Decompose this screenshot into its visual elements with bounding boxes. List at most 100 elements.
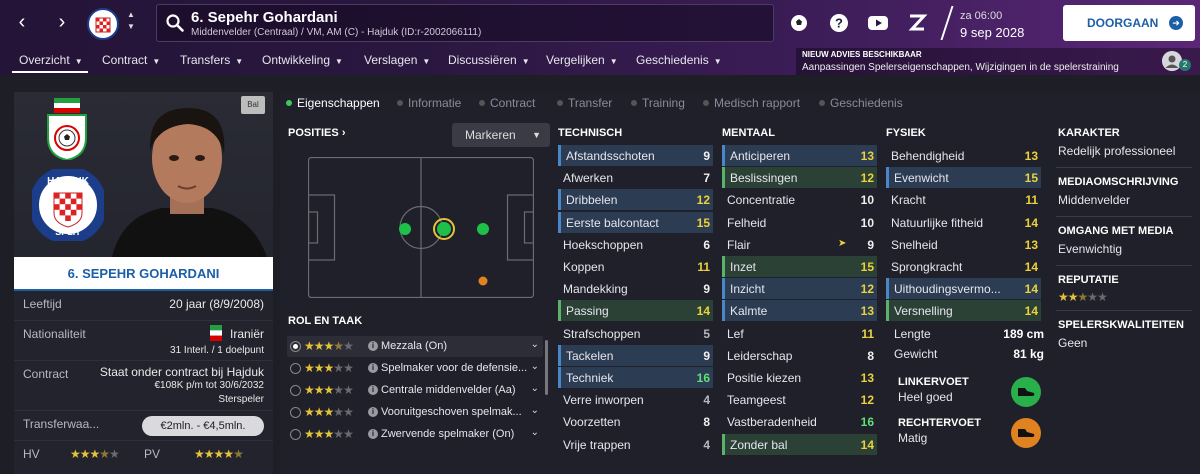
menu-contract[interactable]: Contract ▼ xyxy=(102,53,160,67)
attribute-row[interactable]: Teamgeest 12 xyxy=(722,389,877,410)
attribute-row[interactable]: Positie kiezen 13 xyxy=(722,367,877,388)
role-radio[interactable] xyxy=(290,363,301,374)
role-row[interactable]: ★★★★★ i Spelmaker voor de defensie... ⌄ xyxy=(287,358,543,379)
attribute-row[interactable]: Uithoudingsvermo... 14 xyxy=(886,278,1041,300)
chevron-down-icon[interactable]: ⌄ xyxy=(531,405,539,416)
player-search-box[interactable]: 6. Sepehr Gohardani Middenvelder (Centra… xyxy=(156,4,774,42)
attribute-row[interactable]: Versnelling 14 xyxy=(886,300,1041,322)
star-empty-icon: ★ xyxy=(333,427,344,441)
attribute-row[interactable]: Kracht 11 xyxy=(886,189,1041,210)
attribute-row[interactable]: Strafschoppen 5 xyxy=(558,323,713,344)
info-icon[interactable]: i xyxy=(368,385,378,395)
attribute-row[interactable]: Behendigheid 13 xyxy=(886,145,1041,166)
search-icon[interactable] xyxy=(165,13,185,33)
attribute-row[interactable]: Eerste balcontact 15 xyxy=(558,211,713,233)
role-radio[interactable] xyxy=(290,429,301,440)
roles-scrollbar[interactable] xyxy=(545,340,548,395)
attribute-row[interactable]: Leiderschap 8 xyxy=(722,345,877,366)
menu-label: Discussiëren xyxy=(448,53,517,67)
attribute-row[interactable]: Vrije trappen 4 xyxy=(558,434,713,455)
video-icon[interactable] xyxy=(867,12,889,34)
z-icon[interactable] xyxy=(906,12,928,34)
chevron-down-icon[interactable]: ⌄ xyxy=(531,383,539,394)
date-divider xyxy=(940,6,954,40)
menu-geschiedenis[interactable]: Geschiedenis ▼ xyxy=(636,53,722,67)
role-row[interactable]: ★★★★★ i Zwervende spelmaker (On) ⌄ xyxy=(287,424,543,445)
advice-notification[interactable]: NIEUW ADVIES BESCHIKBAAR Aanpassingen Sp… xyxy=(796,48,1200,75)
menu-discussieren[interactable]: Discussiëren ▼ xyxy=(448,53,530,67)
attribute-row[interactable]: Afstandsschoten 9 xyxy=(558,145,713,166)
highlight-dropdown[interactable]: Markeren ▼ xyxy=(452,123,550,147)
continue-button[interactable]: DOORGAAN ➜ xyxy=(1063,5,1195,41)
attribute-row[interactable]: Voorzetten 8 xyxy=(558,411,713,432)
attribute-row[interactable]: Inzicht 12 xyxy=(722,278,877,300)
info-icon[interactable]: i xyxy=(368,407,378,417)
attribute-row[interactable]: Snelheid 13 xyxy=(886,234,1041,255)
tab-training[interactable]: Training xyxy=(631,96,685,110)
role-row[interactable]: ★★★★★ i Mezzala (On) ⌄ xyxy=(287,336,543,357)
info-icon[interactable]: i xyxy=(368,341,378,351)
attribute-row[interactable]: Koppen 11 xyxy=(558,256,713,277)
tab-informatie[interactable]: Informatie xyxy=(397,96,461,110)
forward-icon[interactable]: › xyxy=(50,10,74,34)
attribute-row[interactable]: Verre inworpen 4 xyxy=(558,389,713,410)
role-radio[interactable] xyxy=(290,341,301,352)
attribute-row[interactable]: Evenwicht 15 xyxy=(886,167,1041,189)
attribute-name: Sprongkracht xyxy=(891,260,963,274)
bal-button[interactable]: Bal xyxy=(241,96,265,114)
attribute-row[interactable]: Concentratie 10 xyxy=(722,189,877,210)
chevron-down-icon[interactable]: ⌄ xyxy=(531,339,539,350)
attribute-row[interactable]: Sprongkracht 14 xyxy=(886,256,1041,277)
attribute-name: Techniek xyxy=(566,371,614,385)
tab-eigenschappen[interactable]: Eigenschappen xyxy=(286,96,380,110)
tab-medisch-rapport[interactable]: Medisch rapport xyxy=(703,96,800,110)
menu-verslagen[interactable]: Verslagen ▼ xyxy=(364,53,430,67)
transfer-value-pill[interactable]: €2mln. - €4,5mln. xyxy=(142,416,264,436)
attribute-value: 9 xyxy=(703,149,710,163)
attribute-value: 15 xyxy=(1024,171,1038,186)
star-half-icon: ★ xyxy=(99,447,110,461)
attribute-row[interactable]: Techniek 16 xyxy=(558,367,713,388)
chevron-down-icon[interactable]: ⌄ xyxy=(531,427,539,438)
attribute-value: 11 xyxy=(861,326,874,341)
info-icon[interactable]: i xyxy=(368,429,378,439)
attribute-row[interactable]: Hoekschoppen 6 xyxy=(558,234,713,255)
tab-geschiedenis[interactable]: Geschiedenis xyxy=(819,96,903,110)
tab-contract[interactable]: Contract xyxy=(479,96,535,110)
attribute-name: Leiderschap xyxy=(727,348,793,363)
attribute-row[interactable]: Vastberadenheid 16 xyxy=(722,411,877,432)
chevron-down-icon[interactable]: ⌄ xyxy=(531,361,539,372)
attribute-row[interactable]: Tackelen 9 xyxy=(558,344,713,366)
role-radio[interactable] xyxy=(290,385,301,396)
menu-overzicht[interactable]: Overzicht ▼ xyxy=(19,53,83,67)
menu-ontwikkeling[interactable]: Ontwikkeling ▼ xyxy=(262,53,343,67)
menu-vergelijken[interactable]: Vergelijken ▼ xyxy=(546,53,618,67)
positions-title[interactable]: POSITIES › xyxy=(288,127,345,139)
attribute-row[interactable]: Dribbelen 12 xyxy=(558,189,713,211)
info-icon[interactable]: i xyxy=(368,363,378,373)
attribute-row[interactable]: Anticiperen 13 xyxy=(722,145,877,166)
role-row[interactable]: ★★★★★ i Centrale middenvelder (Aa) ⌄ xyxy=(287,380,543,401)
attribute-row[interactable]: Zonder bal 14 xyxy=(722,433,877,455)
attribute-row[interactable]: Lef 11 xyxy=(722,323,877,344)
position-am xyxy=(477,223,489,235)
help-icon[interactable]: ? xyxy=(828,12,850,34)
length-label: Lengte xyxy=(894,327,931,341)
club-crest-icon[interactable] xyxy=(87,8,119,40)
attribute-row[interactable]: Flair 9 ➤ xyxy=(722,234,877,255)
football-icon[interactable] xyxy=(788,12,810,34)
attribute-row[interactable]: Inzet 15 xyxy=(722,256,877,277)
attribute-row[interactable]: Natuurlijke fitheid 14 xyxy=(886,212,1041,233)
back-icon[interactable]: ‹ xyxy=(10,10,34,34)
role-row[interactable]: ★★★★★ i Vooruitgeschoven spelmak... ⌄ xyxy=(287,402,543,423)
attribute-row[interactable]: Mandekking 9 xyxy=(558,278,713,299)
attribute-row[interactable]: Afwerken 7 xyxy=(558,167,713,188)
club-switch-chevron-icon[interactable]: ▲ ▼ xyxy=(125,9,137,33)
tab-transfer[interactable]: Transfer xyxy=(557,96,612,110)
role-radio[interactable] xyxy=(290,407,301,418)
attribute-row[interactable]: Kalmte 13 xyxy=(722,300,877,322)
attribute-row[interactable]: Beslissingen 12 xyxy=(722,167,877,189)
attribute-row[interactable]: Passing 14 xyxy=(558,300,713,322)
attribute-row[interactable]: Felheid 10 xyxy=(722,212,877,233)
menu-transfers[interactable]: Transfers ▼ xyxy=(180,53,243,67)
